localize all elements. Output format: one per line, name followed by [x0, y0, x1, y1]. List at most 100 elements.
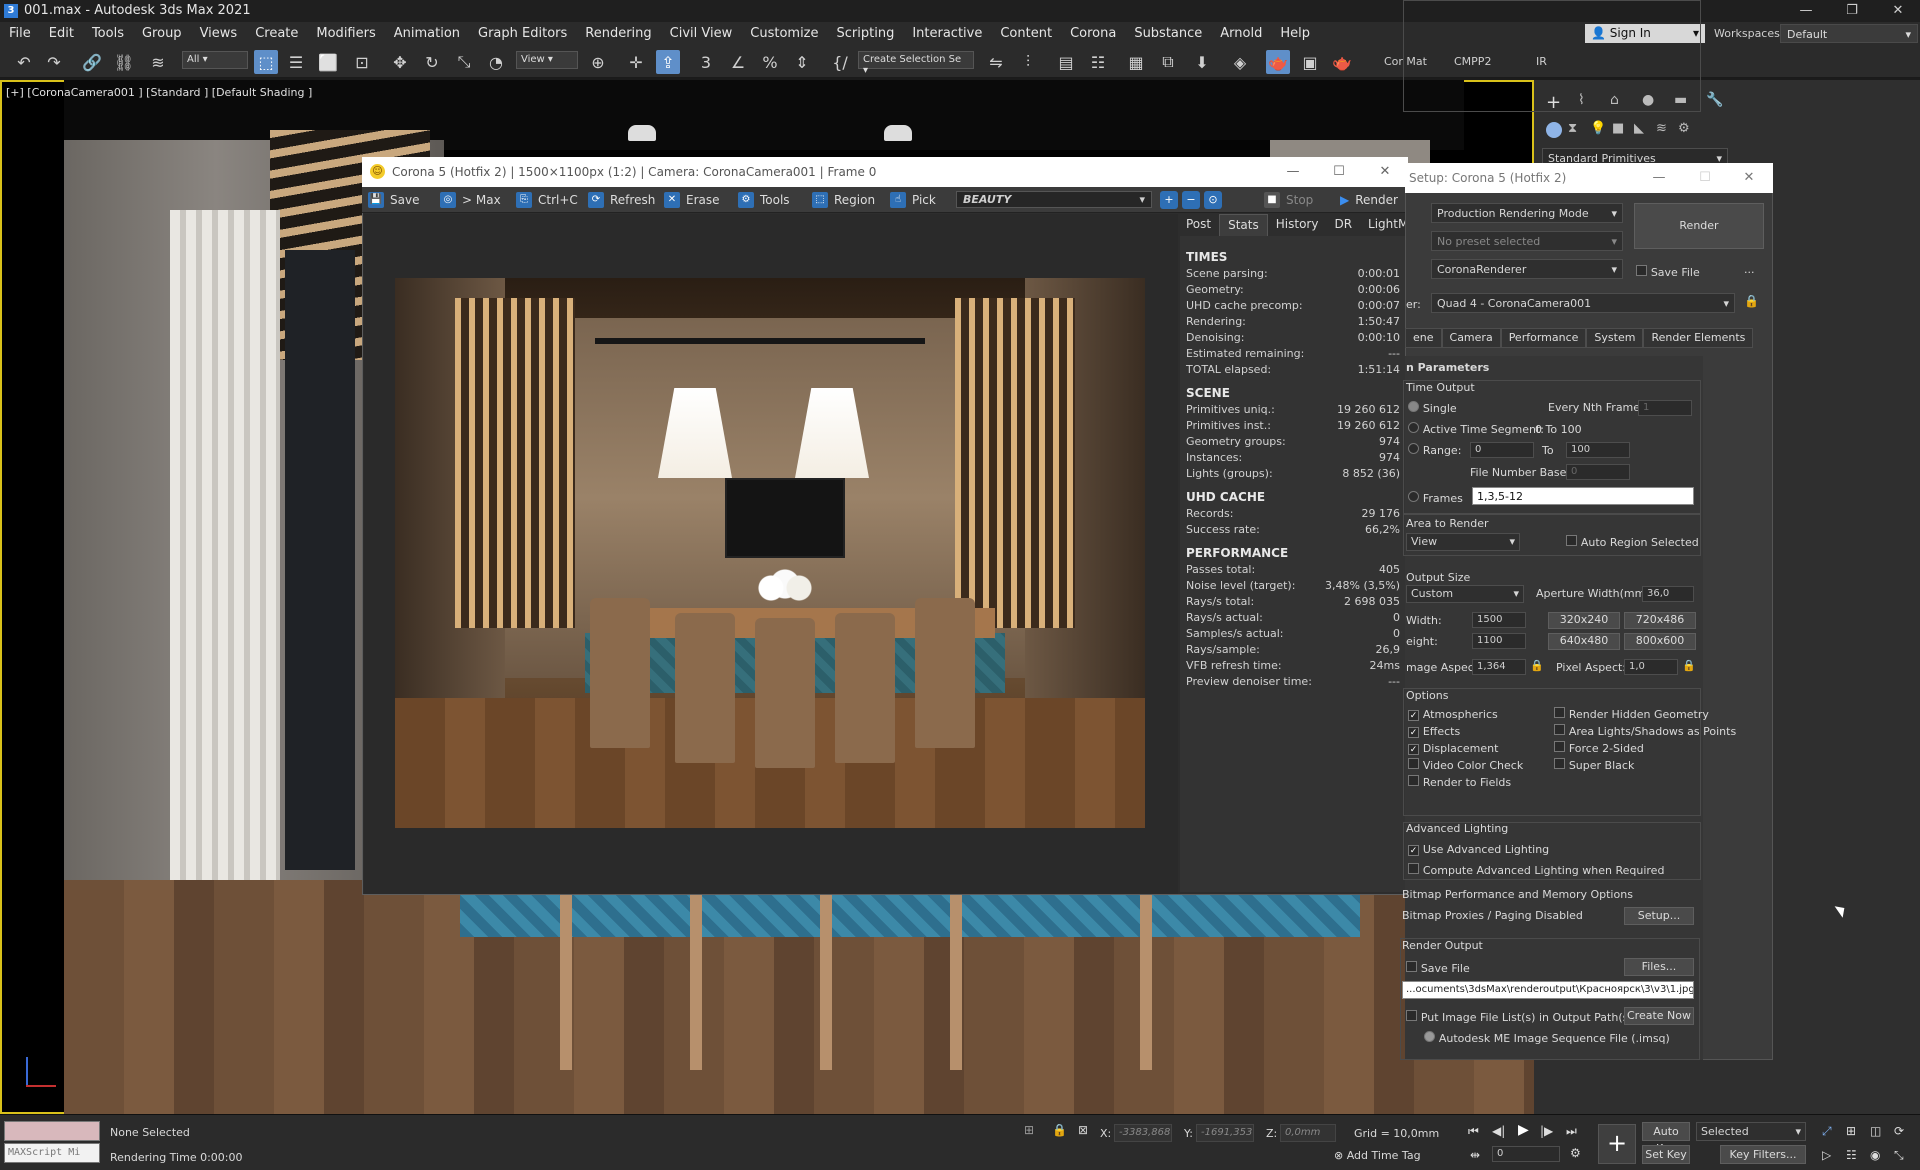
pan-icon[interactable]: ▷ [1822, 1148, 1831, 1162]
range-radio[interactable]: Range: [1408, 443, 1461, 457]
setup-tab-camera[interactable]: Camera [1441, 328, 1501, 348]
schematic-view-icon[interactable]: ⬇ [1190, 50, 1214, 74]
x-coordinate[interactable]: -3383,868 [1114, 1124, 1172, 1142]
setup-tab-performance[interactable]: Performance [1500, 328, 1587, 348]
menu-corona[interactable]: Corona [1061, 26, 1125, 41]
rectangular-selection-icon[interactable]: ⬜ [316, 50, 340, 74]
size-preset-select[interactable]: Custom ▾ [1406, 585, 1524, 603]
option-force-2-sided-checkbox[interactable]: Force 2-Sided [1554, 741, 1644, 755]
render-element-select[interactable]: BEAUTY ▾ [956, 191, 1152, 208]
set-keys-icon[interactable]: + [1598, 1124, 1636, 1164]
width-spinner[interactable]: 1500 [1472, 612, 1526, 628]
lock-icon[interactable]: 🔒 [1744, 294, 1759, 308]
scale-icon[interactable]: ⤡ [452, 50, 476, 74]
every-nth-spinner[interactable]: 1 [1638, 400, 1692, 416]
orbit-icon[interactable]: ⟳ [1894, 1124, 1904, 1138]
image-aspect-spinner[interactable]: 1,364 [1472, 659, 1526, 675]
go-to-end-icon[interactable]: ⏭ [1566, 1124, 1577, 1139]
vfb-maximize-button[interactable]: ☐ [1316, 157, 1362, 187]
material-editor-icon[interactable]: ◈ [1228, 50, 1252, 74]
pixel-aspect-lock-icon[interactable]: 🔒 [1682, 659, 1696, 672]
viewport-label[interactable]: [+] [CoronaCamera001 ] [Standard ] [Defa… [6, 86, 312, 99]
auto-key-button[interactable]: Auto Key [1642, 1122, 1690, 1155]
time-config-icon[interactable]: ⚙ [1570, 1146, 1581, 1160]
zoom-out-icon[interactable]: − [1182, 191, 1200, 209]
helpers-icon[interactable]: ◣ [1634, 121, 1644, 136]
workspace-select[interactable]: Default ▾ [1780, 24, 1918, 43]
vfb-close-button[interactable]: ✕ [1362, 157, 1408, 187]
move-icon[interactable]: ✥ [388, 50, 412, 74]
menu-tools[interactable]: Tools [83, 26, 133, 41]
key-mode-icon[interactable]: ⇹ [1470, 1148, 1480, 1162]
current-frame-spinner[interactable]: 0 [1492, 1146, 1560, 1162]
selection-filter[interactable]: All ▾ [182, 51, 248, 69]
files-button[interactable]: Files... [1624, 958, 1694, 976]
angle-snap-icon[interactable]: ∠ [726, 50, 750, 74]
percent-snap-icon[interactable]: % [758, 50, 782, 74]
preset-720x486-button[interactable]: 720x486 [1624, 612, 1696, 629]
minimize-button[interactable]: — [1784, 0, 1828, 22]
render-output-save-file-checkbox[interactable]: Save File [1406, 961, 1470, 975]
create-now-button[interactable]: Create Now [1624, 1007, 1694, 1025]
maxscript-mini-listener[interactable]: MAXScript Mi [4, 1143, 100, 1163]
imsq-radio[interactable]: Autodesk ME Image Sequence File (.imsq) [1424, 1031, 1670, 1045]
systems-icon[interactable]: ⚙ [1678, 121, 1690, 136]
go-to-start-icon[interactable]: ⏮ [1468, 1124, 1479, 1139]
bitmap-setup-button[interactable]: Setup... [1624, 907, 1694, 925]
option-video-color-check-checkbox[interactable]: Video Color Check [1408, 758, 1523, 772]
single-radio[interactable]: Single [1408, 401, 1457, 415]
menu-graph-editors[interactable]: Graph Editors [469, 26, 576, 41]
vfb-copy-button[interactable]: ⎘ Ctrl+C [516, 190, 578, 210]
lights-icon[interactable]: 💡 [1590, 121, 1606, 136]
reference-coordinate-select[interactable]: View ▾ [516, 51, 578, 69]
menu-help[interactable]: Help [1271, 26, 1319, 41]
option-super-black-checkbox[interactable]: Super Black [1554, 758, 1634, 772]
menu-modifiers[interactable]: Modifiers [307, 26, 384, 41]
set-key-button[interactable]: Set Key [1642, 1145, 1690, 1164]
utilities-tab-icon[interactable]: 🔧 [1706, 92, 1723, 108]
window-crossing-icon[interactable]: ⊡ [350, 50, 374, 74]
rendered-frame-window-icon[interactable]: ▣ [1298, 50, 1322, 74]
edit-named-selection-icon[interactable]: {/ [828, 50, 852, 74]
walk-through-icon[interactable]: ☷ [1846, 1148, 1857, 1162]
menu-content[interactable]: Content [991, 26, 1061, 41]
setup-tab-system[interactable]: System [1586, 328, 1644, 348]
vfb-to-max-button[interactable]: ◎ > Max [440, 190, 501, 210]
absolute-mode-icon[interactable]: ⊠ [1078, 1123, 1088, 1137]
menu-arnold[interactable]: Arnold [1211, 26, 1271, 41]
compute-advanced-lighting-checkbox[interactable]: Compute Advanced Lighting when Required [1408, 863, 1664, 877]
preset-select[interactable]: No preset selected ▾ [1431, 231, 1623, 251]
aperture-spinner[interactable]: 36,0 [1642, 586, 1694, 602]
previous-frame-icon[interactable]: ◀| [1492, 1124, 1505, 1138]
save-file-checkbox[interactable]: Save File [1636, 265, 1700, 279]
auto-region-checkbox[interactable]: Auto Region Selected [1566, 535, 1699, 549]
menu-group[interactable]: Group [133, 26, 191, 41]
unlink-icon[interactable]: ⛓ [112, 50, 136, 74]
preset-640x480-button[interactable]: 640x480 [1548, 633, 1620, 650]
layer-explorer-icon[interactable]: ☷ [1086, 50, 1110, 74]
option-render-hidden-geometry-checkbox[interactable]: Render Hidden Geometry [1554, 707, 1709, 721]
rollout-title[interactable]: n Parameters [1406, 361, 1489, 374]
scene-explorer-icon[interactable]: ▤ [1054, 50, 1078, 74]
zoom-extents-icon[interactable]: ⤢ [1822, 1124, 1832, 1139]
range-to-spinner[interactable]: 100 [1566, 442, 1630, 458]
z-coordinate[interactable]: 0,0mm [1280, 1124, 1336, 1142]
vfb-tab-post[interactable]: Post [1178, 214, 1219, 236]
target-select[interactable]: Production Rendering Mode ▾ [1431, 203, 1623, 223]
output-path-input[interactable]: ...ocuments\3dsMax\renderoutput\Краснояр… [1402, 981, 1694, 999]
height-spinner[interactable]: 1100 [1472, 633, 1526, 649]
view-to-render-select[interactable]: Quad 4 - CoronaCamera001 ▾ [1431, 293, 1735, 313]
curve-editor-icon[interactable]: ⧉ [1156, 50, 1180, 74]
use-advanced-lighting-checkbox[interactable]: ✓ Use Advanced Lighting [1408, 842, 1549, 856]
menu-customize[interactable]: Customize [741, 26, 827, 41]
viewport-toggle-icon[interactable]: ⤡ [1894, 1148, 1904, 1163]
cameras-icon[interactable]: ■ [1612, 121, 1624, 136]
zoom-fit-icon[interactable]: ⊙ [1204, 191, 1222, 209]
menu-substance[interactable]: Substance [1125, 26, 1211, 41]
place-icon[interactable]: ◔ [484, 50, 508, 74]
mirror-icon[interactable]: ⇋ [984, 50, 1008, 74]
keyboard-shortcut-toggle-icon[interactable]: ⇪ [656, 50, 680, 74]
vfb-erase-button[interactable]: ✕ Erase [664, 190, 720, 210]
close-button[interactable]: ✕ [1876, 0, 1920, 22]
setup-maximize-button[interactable]: ☐ [1682, 163, 1728, 193]
